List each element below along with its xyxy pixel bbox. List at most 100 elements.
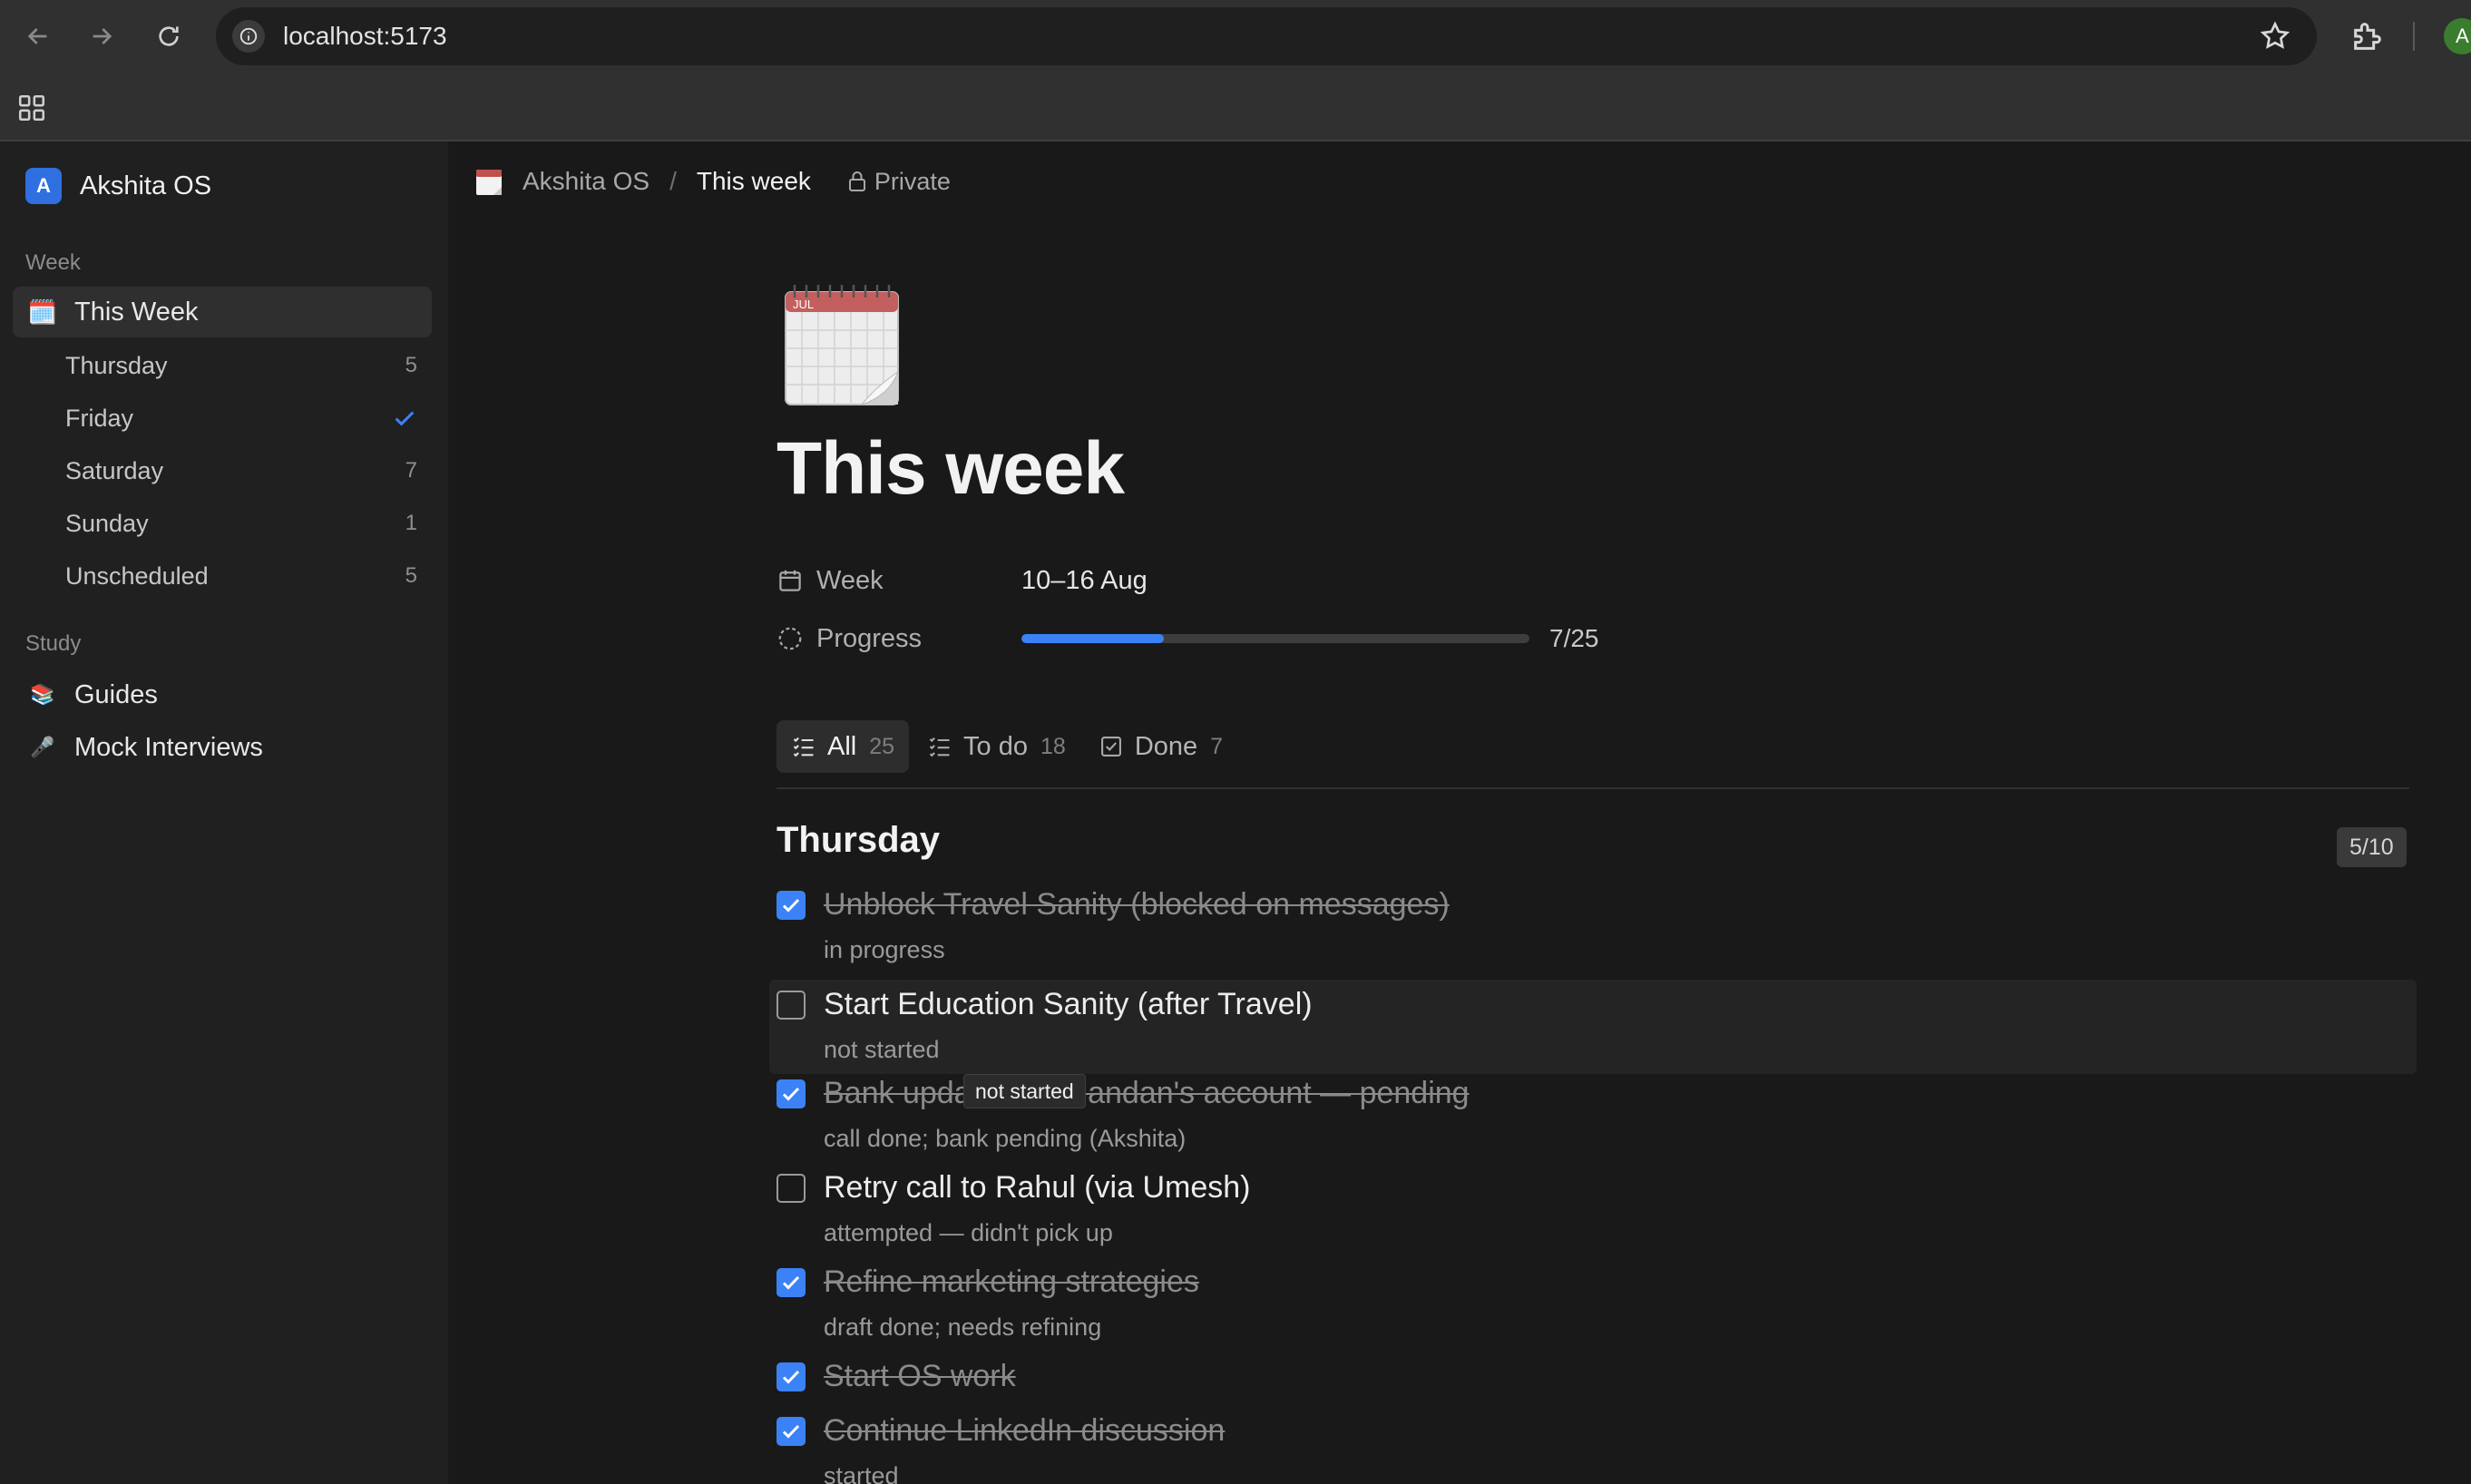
apps-grid-icon[interactable] [16,93,47,123]
sidebar-item-guides[interactable]: 📚 Guides [13,669,432,720]
tab-all[interactable]: All 25 [776,720,910,773]
breadcrumb-workspace[interactable]: Akshita OS [523,167,649,196]
tooltip: not started [963,1074,1086,1108]
task-title[interactable]: Continue LinkedIn discussion [824,1413,1225,1449]
sidebar-item-label: Unscheduled [65,561,209,590]
checkbox-checked[interactable] [776,1362,806,1391]
tab-label: All [827,731,857,761]
checkbox-unchecked[interactable] [776,991,806,1020]
count-badge: 5 [405,353,417,377]
sidebar-item-thursday[interactable]: Thursday 5 [13,340,432,391]
workspace-name: Akshita OS [80,171,212,200]
task-note[interactable]: draft done; needs refining [824,1313,1101,1342]
address-bar[interactable]: localhost:5173 [216,7,2317,65]
calendar-icon: 🗓️ [27,298,58,326]
divider [776,787,2409,789]
check-icon [782,1087,800,1101]
sidebar-item-mock-interviews[interactable]: 🎤 Mock Interviews [13,722,432,773]
count-badge: 7 [405,458,417,483]
breadcrumb: Akshita OS / This week Private [475,161,951,201]
sidebar-item-label: Saturday [65,456,164,484]
sidebar-item-this-week[interactable]: 🗓️ This Week [13,287,432,337]
checkbox-unchecked[interactable] [776,1174,806,1203]
page-title[interactable]: This week [776,426,1125,512]
bookmark-star-icon[interactable] [2259,20,2291,53]
tab-count: 25 [869,733,895,759]
check-icon [782,1275,800,1290]
sidebar-item-label: Thursday [65,351,168,379]
task-row[interactable]: Refine marketing strategies draft done; n… [769,1263,2417,1357]
task-note[interactable]: not started [824,1036,940,1064]
checkbox-checked[interactable] [776,1417,806,1446]
task-row[interactable]: Start Education Sanity (after Travel) not… [769,980,2417,1074]
visibility-label[interactable]: Private [874,168,951,196]
reload-button[interactable] [145,13,192,60]
microphone-icon: 🎤 [30,736,55,758]
property-value[interactable]: 10–16 Aug [1021,566,1148,596]
progress-bar [1021,634,1529,643]
task-note[interactable]: started [824,1462,899,1484]
sidebar-item-friday[interactable]: Friday [13,393,432,444]
task-title[interactable]: Start Education Sanity (after Travel) [824,987,1313,1022]
check-icon [782,898,800,913]
list-checks-icon [929,737,950,757]
checkbox-check-icon [1100,737,1121,757]
task-row[interactable]: Unblock Travel Sanity (blocked on messag… [769,885,2417,980]
tab-to-do[interactable]: To do 18 [913,720,1080,773]
tab-count: 7 [1210,733,1224,759]
lock-icon [848,171,865,191]
site-info-icon[interactable] [232,20,265,53]
calendar-icon [476,170,502,195]
svg-text:JUL: JUL [793,298,814,311]
tab-done[interactable]: Done 7 [1084,720,1237,773]
count-badge: 5 [405,563,417,588]
group-title: Thursday [776,820,941,860]
url-text[interactable]: localhost:5173 [283,7,447,65]
breadcrumb-current-page[interactable]: This week [697,167,811,196]
workspace-switcher[interactable]: A Akshita OS [25,165,211,207]
check-icon [395,411,415,426]
task-title[interactable]: Bank update on Chandan's account — pendi… [824,1076,1470,1111]
extensions-icon[interactable] [2349,18,2386,54]
books-icon: 📚 [30,683,55,706]
sidebar-item-label: Mock Interviews [74,732,263,762]
task-row[interactable]: Continue LinkedIn discussion started [769,1411,2417,1484]
task-title[interactable]: Retry call to Rahul (via Umesh) [824,1170,1250,1206]
task-note[interactable]: attempted — didn't pick up [824,1219,1113,1247]
sidebar-item-sunday[interactable]: Sunday 1 [13,498,432,549]
task-title[interactable]: Start OS work [824,1359,1016,1394]
progress-bar-fill [1021,634,1164,643]
tab-label: To do [963,731,1028,761]
task-row[interactable]: Retry call to Rahul (via Umesh) attempted… [769,1168,2417,1263]
checkbox-checked[interactable] [776,1079,806,1108]
tab-label: Done [1134,731,1198,761]
checkbox-checked[interactable] [776,1268,806,1297]
sidebar-item-saturday[interactable]: Saturday 7 [13,445,432,496]
progress-text: 7/25 [1549,624,1599,652]
reload-icon [159,26,179,46]
browser-toolbar: localhost:5173 A [0,0,2471,73]
arrow-right-icon [93,28,112,44]
sidebar-item-unscheduled[interactable]: Unscheduled 5 [13,551,432,601]
spiral-calendar-icon[interactable]: JUL [782,278,902,408]
calendar-outline-icon [779,570,801,591]
checkbox-checked[interactable] [776,891,806,920]
sidebar: A Akshita OS Week 🗓️ This Week Thursday … [0,142,448,1484]
profile-avatar[interactable]: A [2444,18,2471,54]
task-title[interactable]: Refine marketing strategies [824,1264,1199,1300]
task-note[interactable]: in progress [824,936,945,964]
workspace-avatar: A [25,168,62,204]
task-title[interactable]: Unblock Travel Sanity (blocked on messag… [824,887,1450,923]
sidebar-item-label: Sunday [65,509,149,537]
check-icon [782,1424,800,1439]
sidebar-item-label: Friday [65,404,134,432]
arrow-left-icon [27,28,47,44]
property-progress[interactable]: Progress 7/25 [776,619,1599,659]
back-button[interactable] [15,13,62,60]
count-badge: 1 [405,511,417,535]
progress-circle-icon [778,627,802,650]
filter-tabs: All 25 To do 18 Done 7 [776,720,1241,773]
property-week[interactable]: Week 10–16 Aug [776,561,1148,600]
task-note[interactable]: call done; bank pending (Akshita) [824,1125,1186,1153]
forward-button[interactable] [78,13,125,60]
